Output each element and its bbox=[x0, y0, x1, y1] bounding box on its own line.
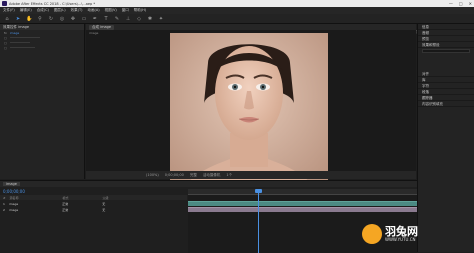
menu-view[interactable]: 视图(V) bbox=[105, 8, 117, 13]
puppet-tool-icon[interactable]: ✦ bbox=[158, 16, 164, 22]
portrait-drawing bbox=[170, 33, 328, 194]
title-bar: Adobe After Effects CC 2018 - C:\Users\.… bbox=[0, 0, 474, 7]
menu-edit[interactable]: 编辑(E) bbox=[20, 8, 32, 13]
layer-bar[interactable] bbox=[188, 201, 417, 206]
menu-window[interactable]: 窗口 bbox=[122, 8, 129, 13]
header-parent: 父级 bbox=[102, 195, 109, 200]
hand-tool-icon[interactable]: ✋ bbox=[26, 16, 32, 22]
layer-number: 1 bbox=[3, 201, 5, 206]
menu-layer[interactable]: 图层(L) bbox=[54, 8, 66, 13]
composition-viewer: 合成 image image bbox=[86, 24, 416, 194]
menu-effect[interactable]: 效果(T) bbox=[71, 8, 83, 13]
layer-row[interactable]: 2 image 正常 无 bbox=[0, 207, 187, 212]
layer-name[interactable]: image bbox=[9, 202, 18, 206]
rotate-tool-icon[interactable]: ↻ bbox=[48, 16, 54, 22]
timeline-panel: image 0;00;00;00 # 源名称 模式 父级 1 image 正常 … bbox=[0, 180, 417, 253]
brush-tool-icon[interactable]: ✎ bbox=[114, 16, 120, 22]
window-title: Adobe After Effects CC 2018 - C:\Users\.… bbox=[9, 1, 96, 6]
zoom-tool-icon[interactable]: ⚲ bbox=[37, 16, 43, 22]
checkbox-icon[interactable]: ▢ bbox=[4, 36, 7, 40]
rabbit-logo-icon bbox=[362, 224, 382, 244]
layer-header: # 源名称 模式 父级 bbox=[0, 195, 187, 200]
header-mode: 模式 bbox=[62, 195, 69, 200]
views-dropdown[interactable]: 1个 bbox=[226, 173, 232, 178]
divider bbox=[9, 47, 35, 48]
resolution-dropdown[interactable]: 完整 bbox=[190, 173, 197, 178]
portrait-image[interactable] bbox=[170, 33, 328, 194]
effect-controls-panel: 效果控件 image fx image ▢ ▢ ▢ bbox=[0, 24, 85, 179]
current-time-display[interactable]: 0;00;00;00 bbox=[165, 173, 184, 177]
timeline-timecode[interactable]: 0;00;00;00 bbox=[3, 189, 25, 194]
panel-effects-presets[interactable]: 效果和预设 bbox=[418, 42, 474, 48]
stamp-tool-icon[interactable]: ⊥ bbox=[125, 16, 131, 22]
property-row[interactable]: ▢ bbox=[0, 45, 84, 50]
menu-animation[interactable]: 动画(A) bbox=[87, 8, 99, 13]
header-number: # bbox=[3, 195, 6, 200]
type-tool-icon[interactable]: T bbox=[103, 16, 109, 22]
menu-file[interactable]: 文件(F) bbox=[3, 8, 15, 13]
time-ruler[interactable] bbox=[188, 189, 417, 195]
watermark-url: WWW.YUTU.CN bbox=[385, 237, 416, 242]
close-button[interactable]: ✕ bbox=[469, 1, 472, 6]
roto-tool-icon[interactable]: ✱ bbox=[147, 16, 153, 22]
camera-tool-icon[interactable]: ◎ bbox=[59, 16, 65, 22]
layer-mode[interactable]: 正常 bbox=[62, 208, 68, 212]
watermark: 羽兔网 WWW.YUTU.CN bbox=[362, 218, 442, 250]
timeline-tabs: image bbox=[0, 181, 417, 187]
effects-search-input[interactable] bbox=[422, 49, 470, 53]
menu-bar: 文件(F) 编辑(E) 合成(C) 图层(L) 效果(T) 动画(A) 视图(V… bbox=[0, 7, 474, 14]
eraser-tool-icon[interactable]: ◇ bbox=[136, 16, 142, 22]
panel-content-aware-fill[interactable]: 内容识别填充 bbox=[418, 101, 474, 107]
tab-timeline[interactable]: image bbox=[3, 182, 20, 186]
watermark-text: 羽兔网 bbox=[385, 225, 418, 238]
tab-composition[interactable]: 合成 image bbox=[89, 24, 115, 30]
divider bbox=[9, 37, 40, 38]
checkbox-icon[interactable]: ▢ bbox=[4, 46, 7, 50]
property-label: fx bbox=[4, 30, 7, 35]
property-value[interactable]: image bbox=[10, 31, 19, 35]
shape-tool-icon[interactable]: ▭ bbox=[81, 16, 87, 22]
camera-dropdown[interactable]: 活动摄像机 bbox=[203, 173, 221, 178]
viewer-controls: (100%) 0;00;00;00 完整 活动摄像机 1个 bbox=[86, 171, 416, 179]
layer-mode[interactable]: 正常 bbox=[62, 202, 68, 206]
playhead-line[interactable] bbox=[258, 189, 259, 253]
app-icon bbox=[2, 1, 7, 6]
layer-parent[interactable]: 无 bbox=[102, 202, 105, 206]
layer-parent[interactable]: 无 bbox=[102, 208, 105, 212]
header-source-name: 源名称 bbox=[9, 195, 19, 200]
divider bbox=[9, 42, 30, 43]
layer-number: 2 bbox=[3, 207, 5, 212]
tool-bar: ⌂ ➤ ✋ ⚲ ↻ ◎ ✥ ▭ ✒ T ✎ ⊥ ◇ ✱ ✦ 默认 学习 标准 小… bbox=[0, 14, 474, 34]
pen-tool-icon[interactable]: ✒ bbox=[92, 16, 98, 22]
checkbox-icon[interactable]: ▢ bbox=[4, 41, 7, 45]
menu-help[interactable]: 帮助(H) bbox=[134, 8, 146, 13]
layer-name[interactable]: image bbox=[9, 208, 18, 212]
home-icon[interactable]: ⌂ bbox=[4, 16, 10, 22]
pan-behind-tool-icon[interactable]: ✥ bbox=[70, 16, 76, 22]
selection-tool-icon[interactable]: ➤ bbox=[15, 16, 21, 22]
maximize-button[interactable]: □ bbox=[459, 1, 463, 6]
layer-row[interactable]: 1 image 正常 无 bbox=[0, 201, 187, 206]
zoom-dropdown[interactable]: (100%) bbox=[146, 173, 159, 177]
menu-composition[interactable]: 合成(C) bbox=[37, 8, 49, 13]
layer-bar[interactable] bbox=[188, 207, 417, 212]
minimize-button[interactable]: — bbox=[449, 1, 453, 6]
